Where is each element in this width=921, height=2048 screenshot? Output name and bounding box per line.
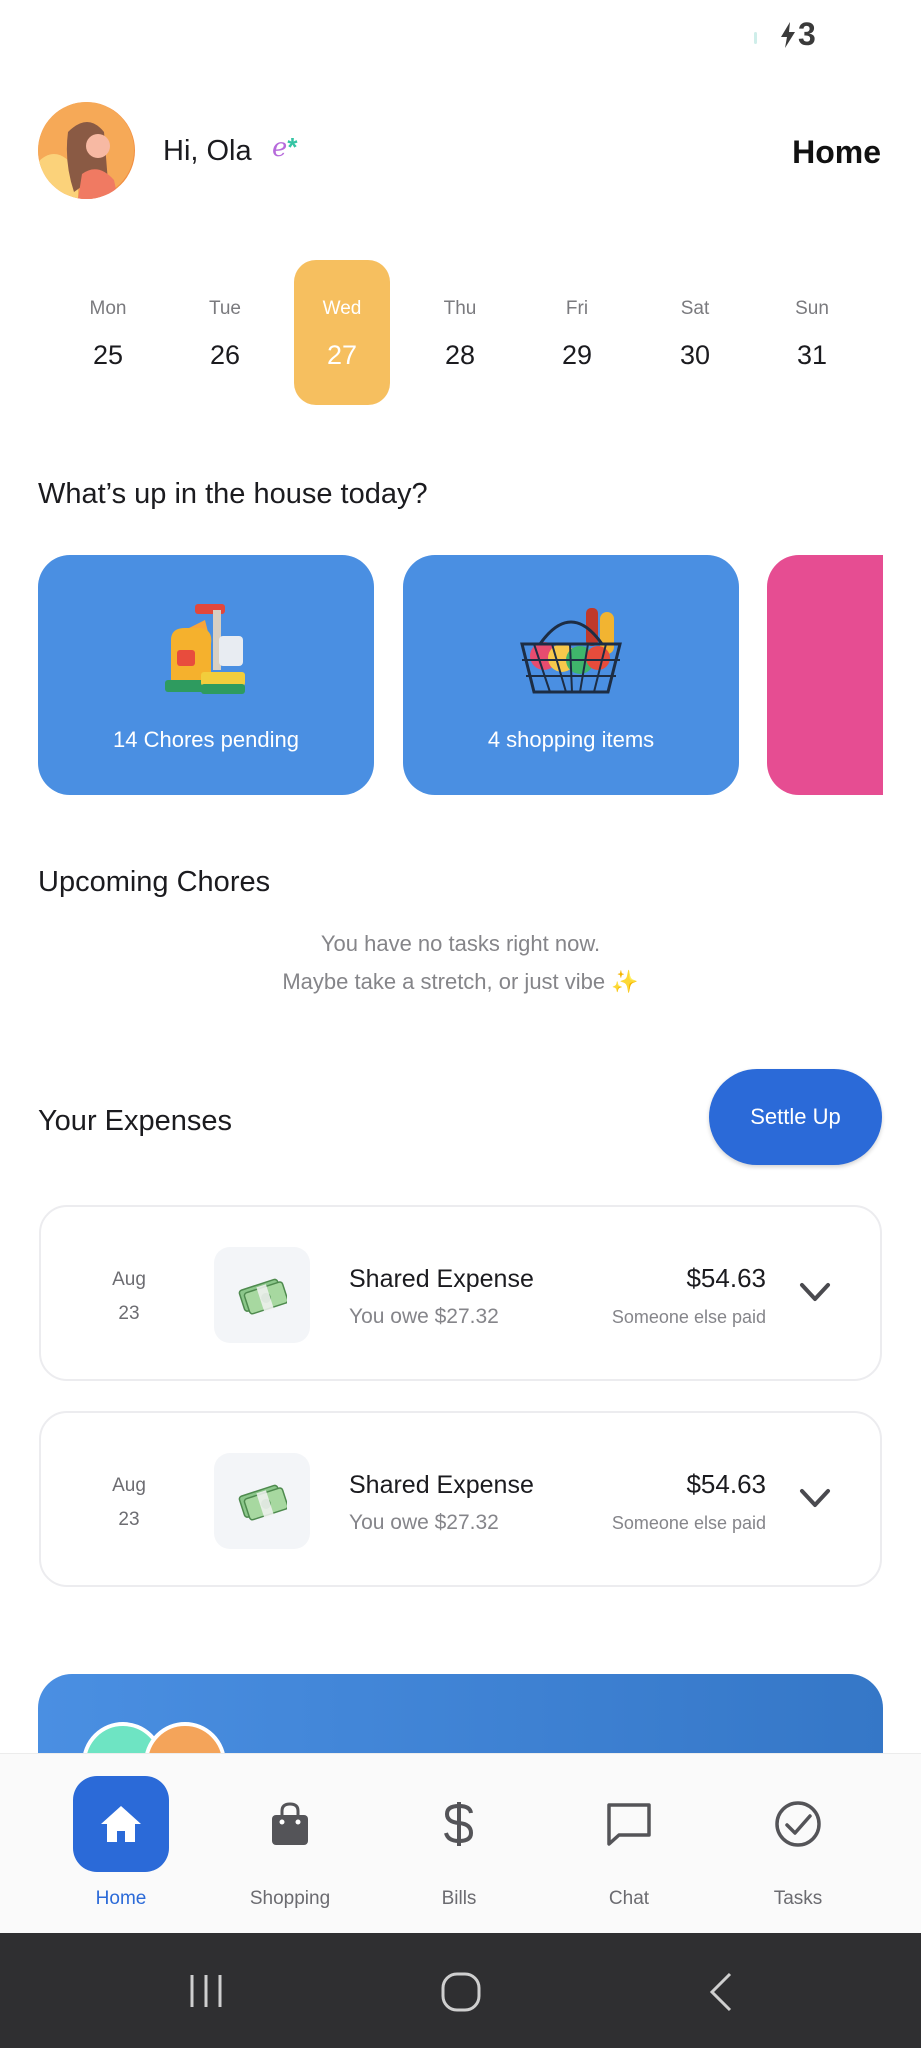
bolt-icon	[781, 21, 795, 48]
nav-shopping[interactable]: Shopping	[205, 1754, 375, 1934]
back-icon[interactable]	[706, 1971, 736, 2013]
home-icon	[73, 1776, 169, 1872]
nav-tasks[interactable]: Tasks	[713, 1754, 883, 1934]
day-wed[interactable]: Wed 27	[294, 260, 390, 405]
day-name: Mon	[89, 298, 127, 319]
day-date: 25	[92, 340, 124, 370]
shopping-bag-icon	[242, 1776, 338, 1872]
day-fri[interactable]: Fri 29	[529, 260, 625, 405]
day-date: 26	[209, 340, 241, 370]
expense-day: 23	[118, 1303, 140, 1324]
day-date: 27	[326, 340, 358, 370]
day-sat[interactable]: Sat 30	[647, 260, 743, 405]
page-title: Home	[792, 134, 881, 170]
chores-section-title: Upcoming Chores	[38, 866, 271, 898]
day-date: 29	[561, 340, 593, 370]
day-name: Fri	[565, 298, 589, 319]
today-section-title: What’s up in the house today?	[38, 478, 428, 510]
dollar-icon	[411, 1776, 507, 1872]
chores-card[interactable]: 14 Chores pending	[38, 555, 374, 795]
expense-amount: $54.63	[686, 1469, 766, 1499]
expense-payer: Someone else paid	[611, 1307, 766, 1327]
nav-bills[interactable]: Bills	[374, 1754, 544, 1934]
battery-text: 3	[798, 16, 816, 52]
expense-owe: You owe $27.32	[349, 1511, 499, 1534]
nav-label: Shopping	[249, 1888, 331, 1909]
nav-label: Chat	[608, 1888, 650, 1909]
chevron-down-icon[interactable]	[798, 1279, 832, 1307]
battery-indicator: 3	[780, 16, 816, 53]
expense-day: 23	[118, 1509, 140, 1530]
money-icon	[214, 1247, 310, 1343]
nav-home[interactable]: Home	[36, 1754, 206, 1934]
greeting-text: Hi, Ola	[163, 135, 252, 167]
nav-label: Bills	[441, 1888, 477, 1909]
day-name: Tue	[208, 298, 242, 319]
nav-label: Tasks	[773, 1888, 823, 1909]
expense-owe: You owe $27.32	[349, 1305, 499, 1328]
day-name: Thu	[443, 298, 477, 319]
money-icon	[214, 1453, 310, 1549]
shopping-basket-icon	[403, 600, 739, 700]
settle-up-button[interactable]: Settle Up	[709, 1069, 882, 1165]
status-bar: 3	[0, 0, 921, 76]
day-mon[interactable]: Mon 25	[60, 260, 156, 405]
cleaning-supplies-icon	[38, 600, 374, 700]
week-strip: Mon 25 Tue 26 Wed 27 Thu 28 Fri 29 Sat 30 Sun 31	[0, 260, 921, 405]
expense-name: Shared Expense	[349, 1471, 534, 1499]
day-date: 31	[796, 340, 828, 370]
check-circle-icon	[750, 1776, 846, 1872]
day-name: Sat	[680, 298, 710, 319]
expense-row[interactable]: Aug 23 Shared Expense You owe $27.32 $54.63 S…	[39, 1205, 882, 1381]
shopping-card-label: 4 shopping items	[487, 727, 655, 752]
nav-label: Home	[95, 1888, 147, 1909]
today-cards: 14 Chores pending 4 shopping items	[38, 555, 883, 795]
system-navigation-bar	[0, 1933, 921, 2048]
day-date: 30	[679, 340, 711, 370]
day-tue[interactable]: Tue 26	[177, 260, 273, 405]
chevron-down-icon[interactable]	[798, 1485, 832, 1513]
home-system-icon[interactable]	[440, 1971, 482, 2013]
empty-chores-line1: You have no tasks right now.	[320, 931, 601, 956]
expense-amount: $54.63	[686, 1263, 766, 1293]
expense-name: Shared Expense	[349, 1265, 534, 1293]
chat-icon	[581, 1776, 677, 1872]
expense-payer: Someone else paid	[611, 1513, 766, 1533]
day-thu[interactable]: Thu 28	[412, 260, 508, 405]
expense-row[interactable]: Aug 23 Shared Expense You owe $27.32 $54.63 S…	[39, 1411, 882, 1587]
day-name: Sun	[795, 298, 829, 319]
recent-apps-icon[interactable]	[186, 1971, 226, 2011]
chores-card-label: 14 Chores pending	[113, 727, 299, 752]
day-date: 28	[444, 340, 476, 370]
signal-icon	[754, 32, 757, 44]
avatar-illustration-icon	[38, 102, 134, 199]
bills-card[interactable]	[767, 555, 883, 795]
empty-chores-line2: Maybe take a stretch, or just vibe ✨	[282, 969, 639, 994]
expense-month: Aug	[112, 1269, 146, 1290]
day-name: Wed	[322, 298, 362, 319]
shopping-card[interactable]: 4 shopping items	[403, 555, 739, 795]
expenses-section-title: Your Expenses	[38, 1105, 233, 1137]
avatar[interactable]	[38, 102, 135, 199]
squiggle-decoration-icon: ℯ*	[272, 132, 298, 162]
expense-month: Aug	[112, 1475, 146, 1496]
nav-chat[interactable]: Chat	[544, 1754, 714, 1934]
bottom-navigation: Home Shopping Bills Chat Tasks	[0, 1753, 921, 1933]
day-sun[interactable]: Sun 31	[764, 260, 860, 405]
